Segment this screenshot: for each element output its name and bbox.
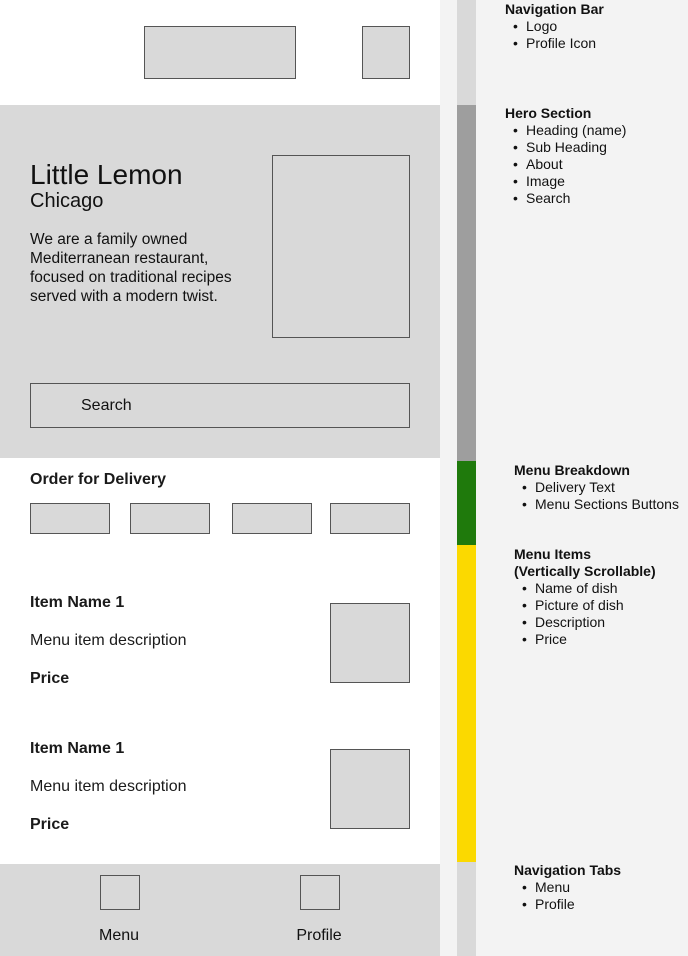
- profile-icon-placeholder[interactable]: [362, 26, 410, 79]
- annotation-bullet: Heading (name): [505, 122, 626, 139]
- profile-tab-icon[interactable]: [300, 875, 340, 910]
- navigation-tabs: Menu Profile: [0, 864, 440, 956]
- order-for-delivery-heading: Order for Delivery: [30, 471, 167, 488]
- menu-breakdown-strip: [457, 461, 476, 545]
- annotation-bullet: Logo: [505, 18, 604, 35]
- search-label: Search: [81, 397, 132, 414]
- tab-profile[interactable]: Profile: [259, 927, 379, 945]
- annotation-bullet: Profile: [514, 896, 621, 913]
- annotation-bullet: Menu: [514, 879, 621, 896]
- annotation-bullet: Sub Heading: [505, 139, 626, 156]
- menu-item-price: Price: [30, 670, 70, 687]
- menu-item-description: Menu item description: [30, 778, 187, 795]
- annotation-title: Navigation Bar: [505, 1, 604, 17]
- hero-section: Little Lemon Chicago We are a family own…: [0, 105, 440, 458]
- menu-item-description: Menu item description: [30, 632, 187, 649]
- annotation-bullet: Picture of dish: [514, 597, 656, 614]
- menu-section-button-1[interactable]: [30, 503, 110, 534]
- annotation-title: Menu Breakdown: [514, 462, 630, 478]
- navigation-bar: [0, 0, 440, 105]
- phone-wireframe: Little Lemon Chicago We are a family own…: [0, 0, 440, 956]
- menu-item-image-placeholder: [330, 749, 410, 829]
- annotation-title: Hero Section: [505, 105, 592, 121]
- annotation-subtitle: (Vertically Scrollable): [514, 563, 656, 579]
- annotation-title: Menu Items: [514, 546, 592, 562]
- annotation-bullet: Delivery Text: [514, 479, 679, 496]
- navigation-tabs-strip: [457, 862, 476, 956]
- menu-tab-icon[interactable]: [100, 875, 140, 910]
- hero-section-strip: [457, 105, 476, 461]
- annotation-title: Navigation Tabs: [514, 862, 622, 878]
- annotation-bullet: Search: [505, 190, 626, 207]
- annotation-navigation-tabs: Navigation Tabs Menu Profile: [514, 862, 621, 913]
- menu-items-strip: [457, 545, 476, 862]
- annotation-hero-section: Hero Section Heading (name) Sub Heading …: [505, 105, 626, 207]
- annotation-bullet: About: [505, 156, 626, 173]
- annotation-bullet: Menu Sections Buttons: [514, 496, 679, 513]
- annotation-bullet: Description: [514, 614, 656, 631]
- divider-gap: [440, 0, 457, 956]
- annotation-bullet: Price: [514, 631, 656, 648]
- menu-section-button-2[interactable]: [130, 503, 210, 534]
- hero-heading: Little Lemon: [30, 159, 183, 190]
- annotation-navigation-bar: Navigation Bar Logo Profile Icon: [505, 1, 604, 52]
- annotation-menu-breakdown: Menu Breakdown Delivery Text Menu Sectio…: [514, 462, 679, 513]
- menu-section-button-4[interactable]: [330, 503, 410, 534]
- menu-item-name: Item Name 1: [30, 740, 125, 757]
- menu-item-name: Item Name 1: [30, 594, 125, 611]
- nav-bar-strip: [457, 0, 476, 105]
- annotation-menu-items: Menu Items (Vertically Scrollable) Name …: [514, 546, 656, 648]
- annotation-bullet: Profile Icon: [505, 35, 604, 52]
- menu-item-price: Price: [30, 816, 70, 833]
- annotation-bullet: Image: [505, 173, 626, 190]
- hero-subheading: Chicago: [30, 190, 104, 212]
- hero-image-placeholder: [272, 155, 410, 338]
- menu-section-button-3[interactable]: [232, 503, 312, 534]
- logo-placeholder[interactable]: [144, 26, 296, 79]
- menu-item-image-placeholder: [330, 603, 410, 683]
- tab-menu[interactable]: Menu: [59, 927, 179, 945]
- annotation-bullet: Name of dish: [514, 580, 656, 597]
- hero-about-text: We are a family owned Mediterranean rest…: [30, 231, 232, 305]
- search-bar[interactable]: Search: [30, 383, 410, 428]
